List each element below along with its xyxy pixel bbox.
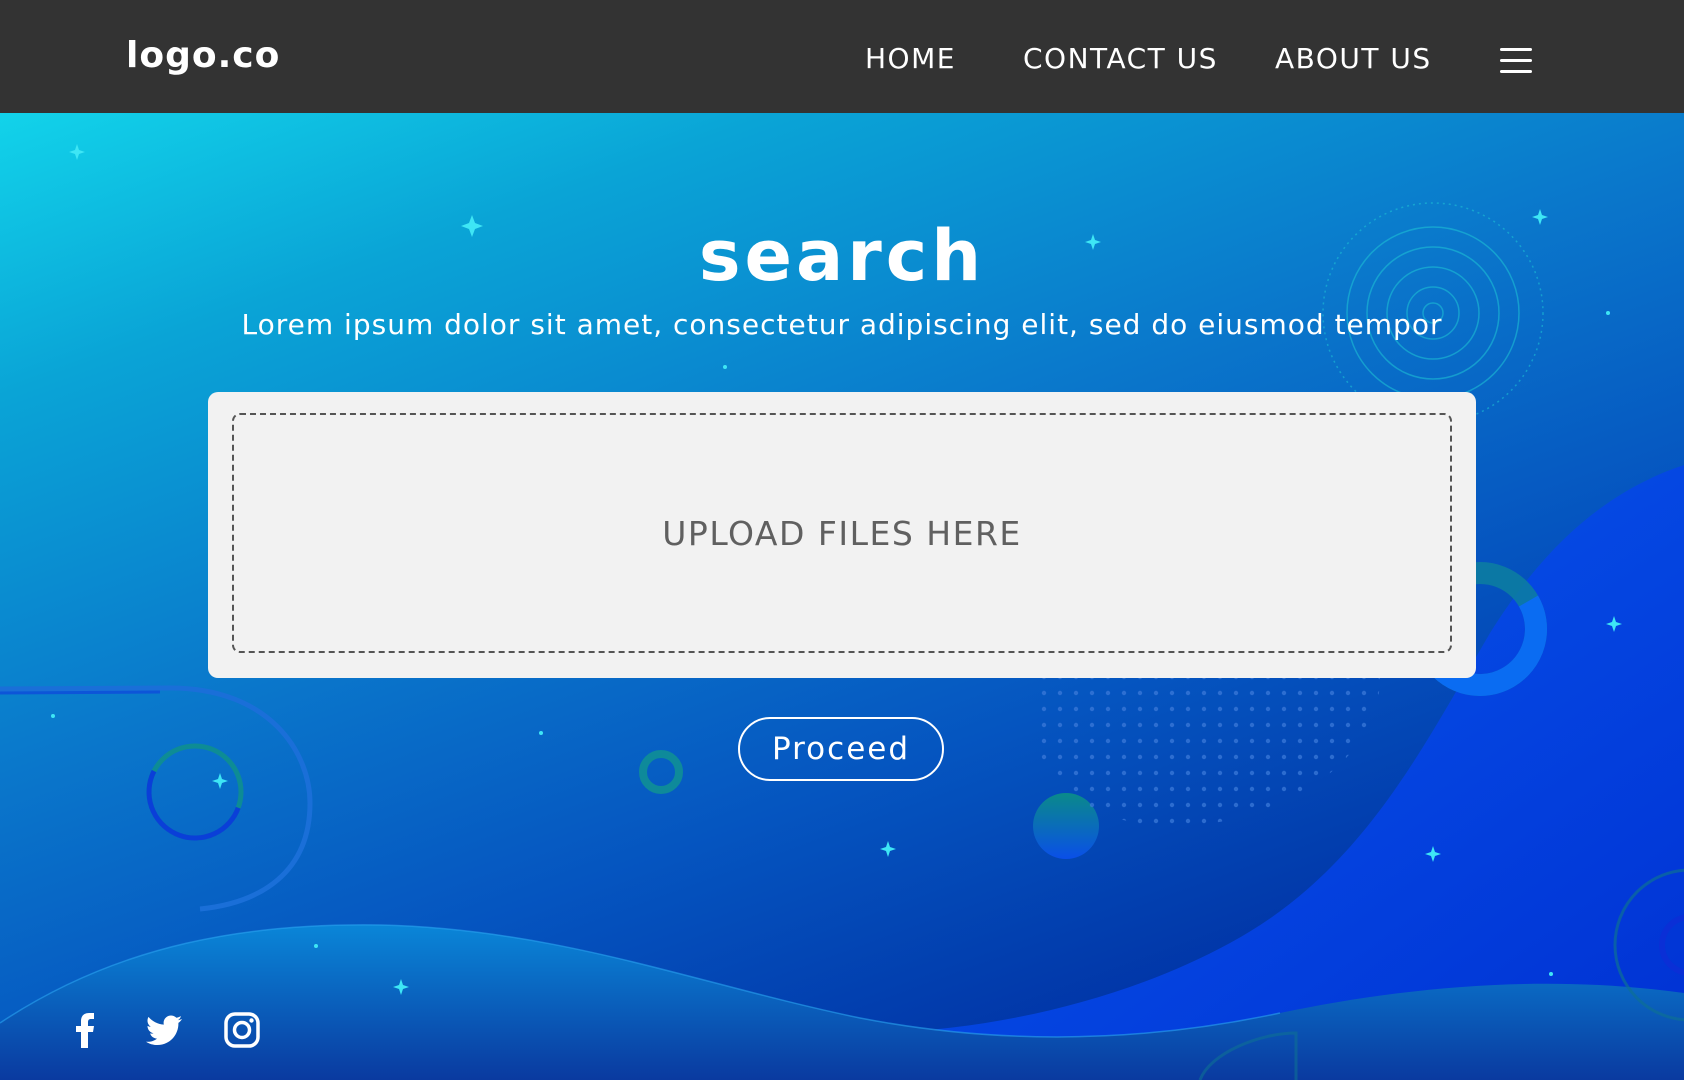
instagram-icon[interactable] xyxy=(222,1010,262,1050)
page-title: search xyxy=(698,215,986,297)
hero-section: search Lorem ipsum dolor sit amet, conse… xyxy=(0,113,1684,1080)
nav-home[interactable]: HOME xyxy=(865,45,956,73)
top-navigation-bar: logo.co HOME CONTACT US ABOUT US xyxy=(0,0,1684,113)
upload-label: UPLOAD FILES HERE xyxy=(662,513,1022,553)
facebook-icon[interactable] xyxy=(66,1010,106,1050)
twitter-icon[interactable] xyxy=(144,1010,184,1050)
upload-card: UPLOAD FILES HERE xyxy=(208,392,1476,678)
logo[interactable]: logo.co xyxy=(126,38,280,74)
page-subtitle: Lorem ipsum dolor sit amet, consectetur … xyxy=(241,308,1443,341)
file-upload-dropzone[interactable]: UPLOAD FILES HERE xyxy=(232,413,1452,653)
hamburger-menu-icon[interactable] xyxy=(1500,47,1534,75)
nav-contact-us[interactable]: CONTACT US xyxy=(1023,45,1218,73)
proceed-button[interactable]: Proceed xyxy=(738,717,944,781)
nav-about-us[interactable]: ABOUT US xyxy=(1275,45,1432,73)
